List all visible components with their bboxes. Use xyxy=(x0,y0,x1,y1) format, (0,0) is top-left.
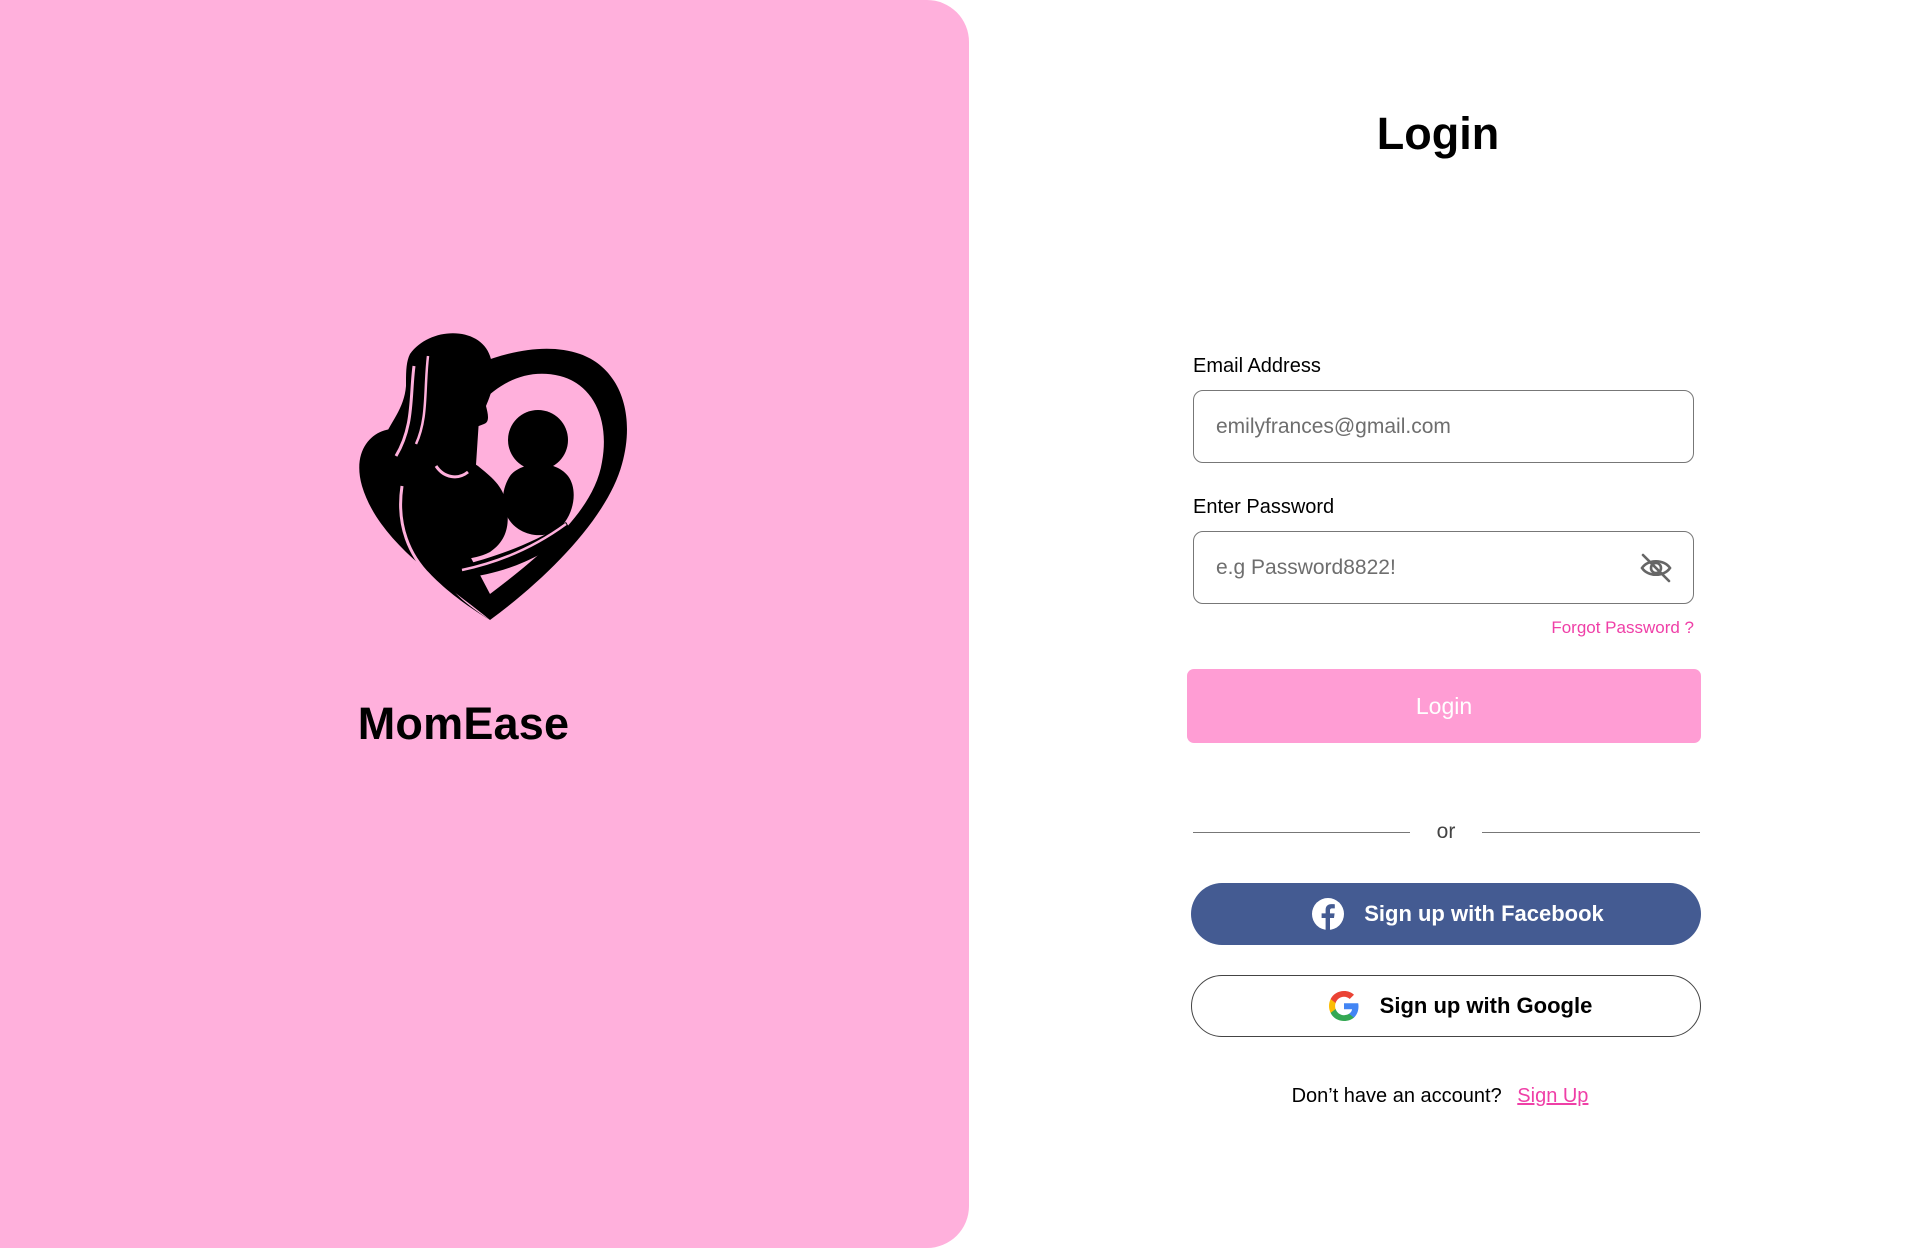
google-button-label: Sign up with Google xyxy=(1379,993,1593,1018)
divider-left xyxy=(1193,832,1410,833)
divider-right xyxy=(1482,832,1700,833)
facebook-signup-button[interactable]: Sign up with Facebook xyxy=(1191,883,1701,945)
signup-row: Don’t have an account? Sign Up xyxy=(1150,1085,1730,1108)
google-button-content: Sign up with Google xyxy=(1192,976,1700,1036)
signup-prompt: Don’t have an account? xyxy=(1291,1085,1502,1107)
signup-link[interactable]: Sign Up xyxy=(1517,1085,1588,1107)
google-icon xyxy=(1328,991,1359,1021)
divider-label: or xyxy=(1436,820,1456,843)
google-signup-button[interactable]: Sign up with Google xyxy=(1191,975,1701,1037)
brand-panel: MomEase xyxy=(0,0,969,1248)
login-button[interactable]: Login xyxy=(1187,669,1701,743)
brand-name: MomEase xyxy=(357,698,570,749)
password-label: Enter Password xyxy=(1193,496,1335,518)
password-field[interactable] xyxy=(1214,532,1618,604)
page-title: Login xyxy=(1376,108,1500,159)
facebook-button-label: Sign up with Facebook xyxy=(1364,901,1604,926)
email-field[interactable] xyxy=(1214,391,1618,463)
login-page: MomEase Login Email Address Enter Passwo… xyxy=(0,0,1920,1248)
forgot-password-link[interactable]: Forgot Password ? xyxy=(1480,618,1694,638)
email-field-box xyxy=(1193,390,1694,463)
eye-off-icon[interactable] xyxy=(1639,552,1673,584)
facebook-button-content: Sign up with Facebook xyxy=(1191,883,1701,945)
mother-baby-heart-icon xyxy=(359,333,627,620)
password-field-box xyxy=(1193,531,1694,604)
facebook-icon xyxy=(1312,898,1345,930)
email-label: Email Address xyxy=(1193,355,1321,377)
